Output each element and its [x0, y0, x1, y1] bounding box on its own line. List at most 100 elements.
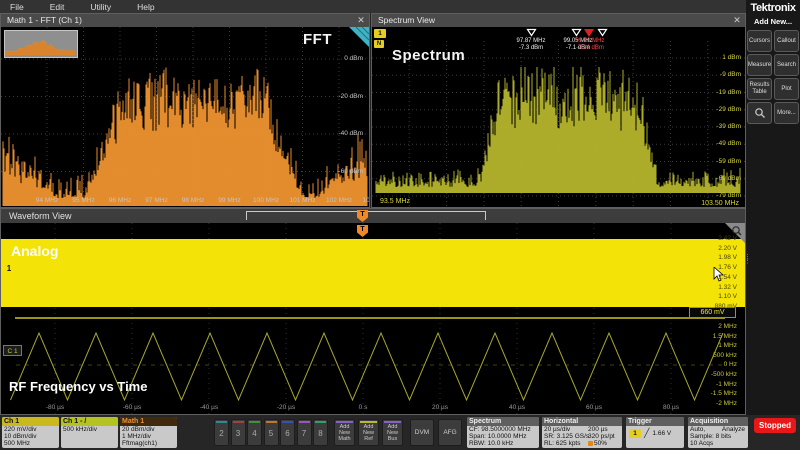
fft-y-label: 0 dBm [344, 55, 363, 62]
time-label: 20 µs [425, 404, 455, 411]
plot-button[interactable]: Plot [774, 78, 799, 100]
channel-6-button[interactable]: 6 [280, 419, 295, 446]
freq-label: 1.5 MHz [713, 333, 737, 340]
c1-trace-badge[interactable]: C 1 [3, 345, 22, 356]
trigger-position-marker[interactable]: T [357, 210, 368, 222]
waveform-panel-title: Waveform View [9, 211, 72, 221]
spectrum-y-label: -69 dBm [716, 175, 741, 182]
add-new-math-button[interactable]: AddNewMath [334, 419, 355, 446]
spectrum-y-label: 1 dBm [722, 54, 741, 61]
time-label: -60 µs [117, 404, 147, 411]
spectrum-y-label: -9 dBm [720, 71, 741, 78]
menu-utility[interactable]: Utility [90, 2, 111, 12]
sidebar: Tektronix Add New... CursorsCalloutMeasu… [746, 0, 800, 415]
volt-label: 1.76 V [718, 264, 737, 271]
channel-2-button[interactable]: 2 [214, 419, 229, 446]
add-new-bus-button[interactable]: AddNewBus [382, 419, 403, 446]
fft-big-label: FFT [303, 31, 332, 48]
sidebar-button-grid: CursorsCalloutMeasureSearchResults Table… [746, 30, 800, 124]
time-label: 40 µs [502, 404, 532, 411]
results-table-button[interactable]: Results Table [747, 78, 772, 100]
callout-button[interactable]: Callout [774, 30, 799, 52]
volt-label: 1.32 V [718, 284, 737, 291]
spectrum-y-label: -59 dBm [716, 158, 741, 165]
dvm-button[interactable]: DVM [410, 419, 434, 446]
bottom-bar: Ch 1 220 mV/div 10 dBm/div 500 MHz Ch 1 … [0, 415, 800, 450]
waveform-panel-header[interactable]: Waveform View T [1, 209, 745, 223]
spectrum-trace-badge[interactable]: N [374, 40, 384, 48]
freq-label: 2 MHz [718, 323, 737, 330]
marker-b-icon[interactable] [571, 28, 582, 37]
fft-panel-title: Math 1 - FFT (Ch 1) [7, 15, 82, 25]
afg-button[interactable]: AFG [438, 419, 462, 446]
reference-marker-icon[interactable] [583, 28, 595, 38]
volt-label: 1.10 V [718, 293, 737, 300]
marker-a-icon[interactable] [526, 28, 537, 37]
fft-x-label: 94 MHz [34, 197, 60, 204]
spectrum-panel-header[interactable]: Spectrum View ✕ [372, 14, 745, 27]
math1-badge[interactable]: Math 1 20 dBm/div 1 MHz/div Fftmag(ch1) [120, 417, 177, 448]
time-label: 80 µs [656, 404, 686, 411]
freq-label: -1.5 MHz [711, 390, 737, 397]
cursors-button[interactable]: Cursors [747, 30, 772, 52]
oscilloscope-app: File Edit Utility Help Math 1 - FFT (Ch 1) … [0, 0, 800, 450]
fft-plot: FFT 0 dBm-20 dBm-40 dBm-60 dBm94 MHz95 M… [1, 27, 369, 207]
fft-thumbnail[interactable] [4, 30, 78, 58]
volt-label: 2.42 V [718, 235, 737, 242]
volt-label: 1.54 V [718, 274, 737, 281]
channel-7-button[interactable]: 7 [297, 419, 312, 446]
ch1-badge[interactable]: Ch 1 220 mV/div 10 dBm/div 500 MHz [2, 417, 59, 448]
trigger-badge[interactable]: Trigger 1 ╱ 1.66 V [626, 417, 684, 448]
close-icon[interactable]: ✕ [732, 14, 742, 27]
add-button-line: Ref [359, 436, 378, 442]
channel-5-button[interactable]: 5 [264, 419, 279, 446]
fft-panel: Math 1 - FFT (Ch 1) ✕ FFT 0 dBm -20 dBm -4… [0, 13, 370, 208]
horizontal-badge[interactable]: Horizontal 20 µs/div200 µs SR: 3.125 GS/… [542, 417, 622, 448]
fft-x-label: 102 MHz [326, 197, 352, 204]
search-button[interactable]: Search [774, 54, 799, 76]
fft-y-label: -20 dBm [338, 93, 363, 100]
close-icon[interactable]: ✕ [356, 14, 366, 27]
menu-edit[interactable]: Edit [50, 2, 65, 12]
channel-number: 5 [265, 423, 278, 445]
acquisition-badge[interactable]: Acquisition Auto,Analyze Sample: 8 bits … [688, 417, 748, 448]
measure-button[interactable]: Measure [747, 54, 772, 76]
fft-y-label: -40 dBm [338, 130, 363, 137]
channel-number: 7 [298, 423, 311, 445]
reference-point-icon [588, 441, 593, 446]
fft-x-label: 96 MHz [107, 197, 133, 204]
fft-panel-header[interactable]: Math 1 - FFT (Ch 1) ✕ [1, 14, 369, 27]
volt-label: 1.98 V [718, 254, 737, 261]
spectrum-settings-badge[interactable]: Spectrum CF: 98.5000000 MHz Span: 10.000… [467, 417, 539, 448]
ch1-spectrum-badge[interactable]: Ch 1 - / 500 kHz/div [61, 417, 118, 448]
rf-frequency-label: RF Frequency vs Time [9, 379, 147, 394]
zoom-button[interactable] [747, 102, 772, 124]
fft-x-label: 99 MHz [217, 197, 243, 204]
marker-c-icon[interactable] [597, 28, 608, 37]
add-button-line: Math [335, 436, 354, 442]
trigger-source-chip: 1 [629, 429, 641, 438]
add-color-strip [384, 421, 401, 423]
freq-label: -1 MHz [716, 381, 737, 388]
trigger-level: 1.66 V [652, 430, 671, 437]
add-new-ref-button[interactable]: AddNewRef [358, 419, 379, 446]
reference-marker-readout: 99.28 MHz -7.24 dBm [560, 38, 620, 51]
spectrum-source-badge[interactable]: 1 [374, 29, 386, 38]
drag-handle-icon[interactable] [349, 27, 369, 47]
channel-number: 2 [215, 423, 228, 445]
channel-number: 8 [314, 423, 327, 445]
menu-bar: File Edit Utility Help [0, 0, 746, 13]
stopped-button[interactable]: Stopped [754, 418, 796, 433]
freq-label: 0 Hz [724, 361, 737, 368]
channel-8-button[interactable]: 8 [313, 419, 328, 446]
channel-4-button[interactable]: 4 [247, 419, 262, 446]
volt-label: 2.20 V [718, 245, 737, 252]
spectrum-panel: Spectrum View ✕ 1 N Spectrum 97.87 MHz -… [371, 13, 746, 208]
fft-thumbnail-trace [5, 31, 75, 55]
more--button[interactable]: More... [774, 102, 799, 124]
channel-3-button[interactable]: 3 [231, 419, 246, 446]
spectrum-plot: 1 N Spectrum 97.87 MHz -7.3 dBm 99.05 MH… [372, 27, 745, 207]
menu-file[interactable]: File [10, 2, 24, 12]
freq-label: 500 kHz [713, 352, 737, 359]
menu-help[interactable]: Help [137, 2, 154, 12]
